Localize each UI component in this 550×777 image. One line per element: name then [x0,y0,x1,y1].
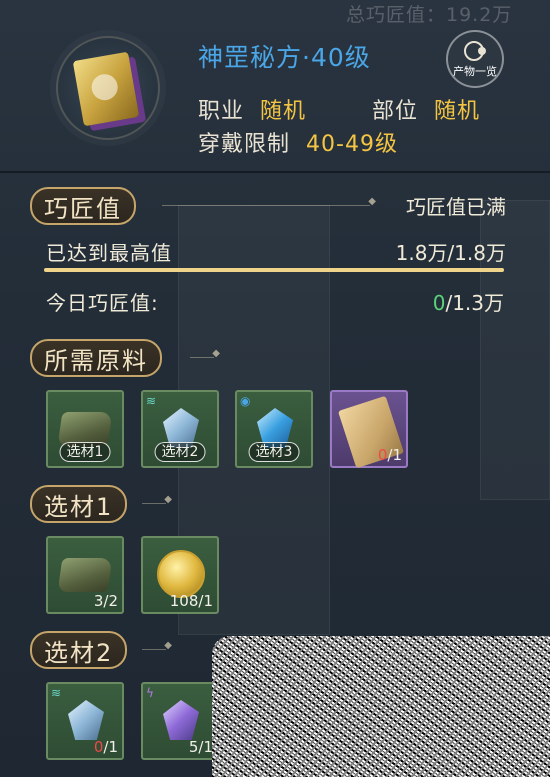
material-slot-4[interactable]: 0/1 [330,390,408,469]
choice2-section-header: 选材2 [30,630,128,670]
product-catalog-label: 产物一览 [453,65,497,78]
materials-section-title: 所需原料 [30,339,162,377]
material-slot-1[interactable]: 选材1 [46,390,124,468]
crystal-icon [163,700,199,740]
today-craft-value: 0/1.3万 [360,287,504,316]
choice1-qty: 3/2 [93,592,118,610]
choice2-qty: 5/1 [188,738,213,756]
slot-value: 随机 [434,99,481,124]
material-qty-total: /1 [387,446,402,464]
choice2-qty-total: /1 [103,738,118,756]
materials-section-header: 所需原料 [30,338,162,378]
today-craft-total: /1.3万 [445,291,504,315]
max-reached-label: 已达到最高值 [46,241,172,265]
craft-value-section-header: 巧匠值 [30,186,136,226]
profession-value: 随机 [260,99,307,124]
today-craft-current: 0 [432,291,446,315]
max-reached-value: 1.8万/1.8万 [395,241,506,265]
material-slot-3[interactable]: ◉ 选材3 [235,390,313,468]
material-slot-label: 选材3 [248,442,300,462]
recipe-item-frame[interactable] [56,36,160,140]
choice2-section-title: 选材2 [30,631,128,669]
craft-value-section-title: 巧匠值 [30,187,136,225]
wear-limit-value: 40-49级 [306,132,398,157]
choice1-slot-1[interactable]: 3/2 [46,536,124,614]
recipe-book-icon [72,51,140,127]
choice2-section-line [142,640,172,651]
choice1-section-header: 选材1 [30,484,128,524]
choice2-qty: 0/1 [94,738,118,756]
today-craft-label: 今日巧匠值: [46,291,159,315]
slot-label: 部位 [372,99,419,124]
slot-row: 部位 随机 [372,93,480,125]
choice1-slot-2[interactable]: 108/1 [141,536,219,614]
header-divider [0,171,550,173]
choice2-qty-current: 0 [93,738,104,756]
recipe-title: 神罡秘方·40级 [198,43,371,72]
coin-icon [157,550,205,598]
stone-icon [57,412,113,446]
materials-section-line [190,348,220,359]
choice1-qty: 108/1 [169,592,213,610]
material-slot-2[interactable]: ≋ 选材2 [141,390,219,468]
craft-progress-bar [44,268,504,272]
profession-label: 职业 [198,99,245,124]
material-qty: 0/1 [378,446,402,464]
wear-limit-label: 穿戴限制 [198,132,291,157]
craft-status: 巧匠值已满 [406,195,506,219]
choice2-slot-2[interactable]: ϟ 5/1 [141,682,219,760]
choice2-slot-1[interactable]: ≋ 0/1 [46,682,124,760]
lightning-icon: ϟ [146,686,154,700]
craft-section-line [162,196,376,207]
material-slot-label: 选材1 [59,442,111,462]
profession-row: 职业 随机 [198,93,306,125]
crystal-icon [68,700,104,740]
material-qty-current: 0 [377,446,388,464]
material-slot-label: 选材2 [154,442,206,462]
swirl-icon: ≋ [146,394,157,408]
product-catalog-button[interactable]: 产物一览 [446,30,504,88]
swirl-icon: ≋ [51,686,62,700]
drop-icon: ◉ [240,394,251,408]
obscured-region [212,636,550,777]
recipe-header: 神罡秘方·40级 职业 随机 部位 随机 穿戴限制 40-49级 产物一览 [0,0,550,172]
wear-limit-row: 穿戴限制 40-49级 [198,126,398,158]
craft-progress-fill [44,268,504,272]
stone-icon [57,558,113,592]
choice1-section-line [142,494,172,505]
product-catalog-icon [462,39,488,61]
choice1-section-title: 选材1 [30,485,128,523]
